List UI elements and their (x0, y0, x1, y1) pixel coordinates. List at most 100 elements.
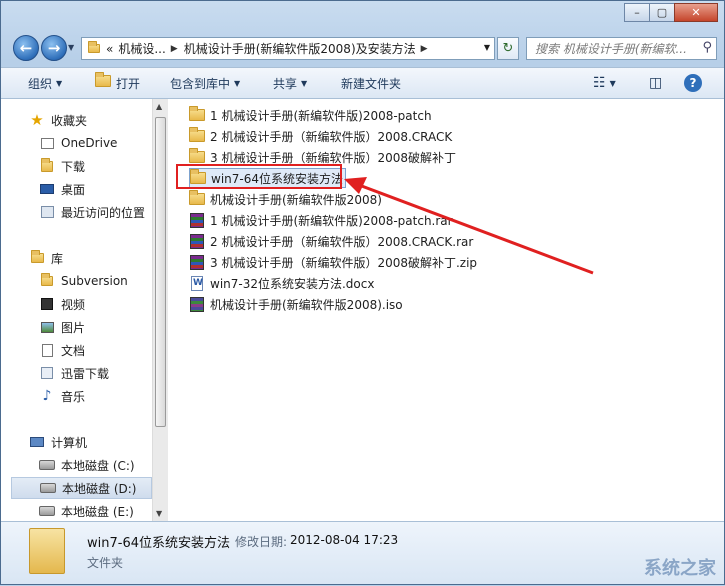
sidebar-item-drive-d[interactable]: 本地磁盘 (D:) (11, 477, 152, 499)
recent-pages-dropdown[interactable]: ▼ (68, 43, 74, 52)
maximize-button[interactable]: ▢ (649, 3, 675, 22)
chevron-down-icon[interactable]: ▼ (484, 43, 490, 52)
help-icon[interactable]: ? (684, 74, 702, 92)
include-in-library-button[interactable]: 包含到库中 ▼ (170, 75, 240, 92)
sidebar-item-documents[interactable]: 文档 (39, 339, 152, 361)
chevron-down-icon: ▼ (234, 79, 241, 88)
scrollbar-thumb[interactable] (155, 117, 166, 427)
search-icon[interactable]: ⚲ (702, 40, 712, 55)
computer-icon (29, 435, 45, 450)
new-folder-button[interactable]: 新建文件夹 (341, 75, 401, 92)
rar-archive-icon (189, 212, 205, 228)
file-name: 2 机械设计手册（新编软件版）2008.CRACK (210, 129, 453, 144)
include-library-label: 包含到库中 (170, 77, 231, 91)
desktop-icon (39, 182, 55, 197)
chevron-down-icon: ▼ (301, 79, 308, 88)
sidebar-item-downloads[interactable]: 下载 (39, 155, 152, 177)
title-bar: – ▢ ✕ (1, 1, 724, 31)
navigation-bar: ← → ▼ « 机械设... ▶ 机械设计手册(新编软件版2008)及安装方法 … (1, 31, 724, 65)
file-name: 1 机械设计手册(新编软件版)2008-patch (210, 108, 432, 123)
preview-pane-icon[interactable]: ◫ (649, 75, 662, 91)
scroll-up-icon[interactable]: ▲ (156, 102, 162, 111)
command-bar: 组织 ▼ 打开 包含到库中 ▼ 共享 ▼ 新建文件夹 ☷ ▼ ◫ ? (1, 67, 724, 99)
chevron-right-icon[interactable]: ▶ (421, 44, 428, 54)
sidebar-item-videos[interactable]: 视频 (39, 293, 152, 315)
file-row[interactable]: 3 机械设计手册（新编软件版）2008破解补丁.zip (189, 252, 477, 272)
file-row[interactable]: win7-32位系统安装方法.docx (189, 273, 374, 293)
file-name: 3 机械设计手册（新编软件版）2008破解补丁 (210, 150, 456, 165)
sidebar-item-onedrive[interactable]: OneDrive (39, 132, 152, 154)
details-item-name: win7-64位系统安装方法 (87, 536, 230, 551)
folder-icon (189, 106, 205, 123)
breadcrumb-current[interactable]: 机械设计手册(新编软件版2008)及安装方法 (184, 40, 416, 57)
sidebar-item-music[interactable]: ♪ 音乐 (39, 385, 152, 407)
open-icon (95, 72, 113, 91)
file-row[interactable]: 2 机械设计手册（新编软件版）2008.CRACK (189, 126, 452, 146)
folder-icon (88, 40, 100, 56)
share-button[interactable]: 共享 ▼ (273, 75, 307, 92)
star-icon: ★ (30, 111, 44, 129)
breadcrumb-parent[interactable]: 机械设... (118, 40, 165, 57)
recent-places-icon (39, 205, 55, 220)
view-options-icon[interactable]: ☷ ▼ (593, 75, 616, 91)
sidebar-item-label: OneDrive (61, 136, 118, 150)
sidebar-item-pictures[interactable]: 图片 (39, 316, 152, 338)
file-row[interactable]: 1 机械设计手册(新编软件版)2008-patch (189, 105, 432, 125)
folder-icon (189, 127, 205, 144)
sidebar-item-label: 文档 (61, 343, 86, 358)
folder-icon (29, 528, 65, 574)
search-input[interactable]: 搜索 机械设计手册(新编软... ⚲ (526, 37, 717, 60)
drive-icon (39, 458, 55, 473)
library-icon (29, 250, 45, 266)
search-placeholder: 搜索 机械设计手册(新编软... (535, 42, 687, 56)
back-button[interactable]: ← (13, 35, 39, 61)
file-row[interactable]: 1 机械设计手册(新编软件版)2008-patch.rar (189, 210, 453, 230)
sidebar-section-computer[interactable]: 计算机 (29, 431, 152, 453)
minimize-button[interactable]: – (624, 3, 650, 22)
picture-icon (39, 320, 55, 335)
sidebar-section-favorites[interactable]: ★ 收藏夹 (29, 109, 152, 131)
rar-archive-icon (189, 233, 205, 249)
details-item-type: 文件夹 (87, 556, 124, 570)
sidebar-item-thunder-downloads[interactable]: 迅雷下载 (39, 362, 152, 384)
forward-button[interactable]: → (41, 35, 67, 61)
sidebar-item-drive-c[interactable]: 本地磁盘 (C:) (39, 454, 152, 476)
file-row[interactable]: 机械设计手册(新编软件版2008) (189, 189, 382, 209)
organize-button[interactable]: 组织 ▼ (28, 75, 62, 92)
sidebar-item-label: Subversion (61, 274, 128, 288)
chevron-down-icon: ▼ (609, 78, 616, 88)
chevron-down-icon: ▼ (56, 79, 63, 88)
details-modified-label: 修改日期: (235, 535, 288, 549)
sidebar-item-drive-e[interactable]: 本地磁盘 (E:) (39, 500, 152, 521)
sidebar-item-label: 最近访问的位置 (61, 205, 146, 220)
sidebar-item-label: 本地磁盘 (E:) (61, 504, 134, 519)
file-name: win7-32位系统安装方法.docx (210, 276, 375, 291)
music-icon: ♪ (42, 388, 52, 404)
drive-icon (39, 504, 55, 519)
address-bar[interactable]: « 机械设... ▶ 机械设计手册(新编软件版2008)及安装方法 ▶ ▼ (81, 37, 495, 60)
sidebar-item-label: 本地磁盘 (C:) (61, 458, 135, 473)
file-row[interactable]: 2 机械设计手册（新编软件版）2008.CRACK.rar (189, 231, 473, 251)
scroll-down-icon[interactable]: ▼ (156, 509, 162, 518)
folder-icon (189, 148, 205, 165)
chevron-right-icon[interactable]: ▶ (171, 44, 178, 54)
breadcrumb-overflow[interactable]: « (106, 42, 113, 56)
file-row[interactable]: 机械设计手册(新编软件版2008).iso (189, 294, 403, 314)
navigation-pane-scrollbar[interactable]: ▲ ▼ (152, 99, 168, 521)
document-icon (39, 343, 55, 358)
sidebar-item-label: 桌面 (61, 182, 86, 197)
sidebar-section-libraries[interactable]: 库 (29, 247, 152, 269)
sidebar-item-recent-places[interactable]: 最近访问的位置 (39, 201, 152, 223)
open-button[interactable]: 打开 (116, 75, 140, 92)
sidebar-item-subversion[interactable]: Subversion (39, 270, 152, 292)
sidebar-item-label: 迅雷下载 (61, 366, 110, 381)
sidebar-item-label: 本地磁盘 (D:) (62, 481, 137, 496)
sidebar-item-label: 音乐 (61, 389, 86, 404)
sidebar-section-label: 计算机 (51, 435, 88, 450)
sidebar-item-desktop[interactable]: 桌面 (39, 178, 152, 200)
subversion-icon (39, 273, 55, 289)
refresh-button[interactable]: ↻ (497, 37, 519, 60)
file-name: 2 机械设计手册（新编软件版）2008.CRACK.rar (210, 234, 474, 249)
close-button[interactable]: ✕ (674, 3, 718, 22)
file-name: 3 机械设计手册（新编软件版）2008破解补丁.zip (210, 255, 478, 270)
